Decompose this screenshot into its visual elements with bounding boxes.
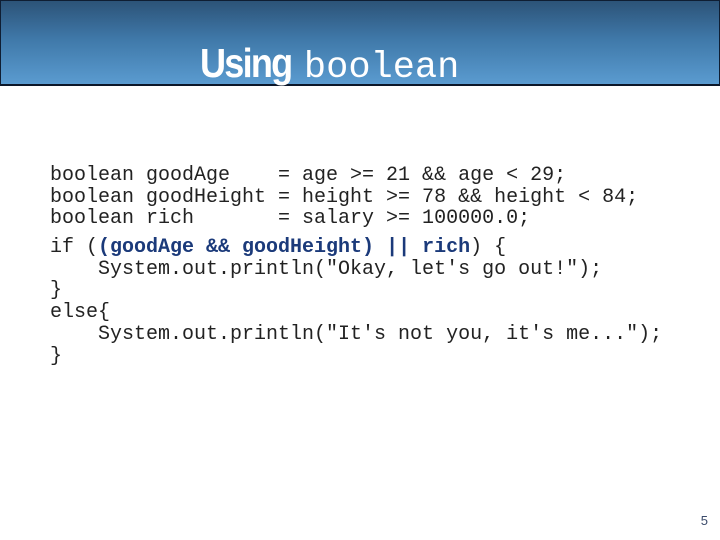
code-line-body: } bbox=[50, 279, 63, 303]
title-code: boolean bbox=[303, 47, 460, 89]
if-suffix: ) { bbox=[470, 236, 507, 260]
code-line-body: System.out.println("It's not you, it's m… bbox=[50, 322, 663, 346]
if-condition-highlight: (goodAge && goodHeight) || rich bbox=[98, 236, 471, 260]
title-word: Using bbox=[200, 40, 293, 86]
code-line-body: System.out.println("Okay, let's go out!"… bbox=[50, 257, 603, 281]
code-line-declaration: boolean rich = salary >= 100000.0; bbox=[50, 207, 531, 231]
code-line-if: if ((goodAge && goodHeight) || rich) { bbox=[50, 237, 662, 259]
code-line-declaration: boolean goodAge = age >= 21 && age < 29; bbox=[50, 164, 567, 187]
code-line-declaration: boolean goodHeight = height >= 78 && hei… bbox=[50, 185, 639, 209]
page-number: 5 bbox=[700, 513, 708, 528]
code-line-body: } bbox=[50, 344, 63, 368]
code-line-body: else{ bbox=[50, 301, 111, 325]
if-prefix: if ( bbox=[50, 236, 99, 260]
code-block: boolean goodAge = age >= 21 && age < 29;… bbox=[50, 165, 662, 367]
slide-title: Using boolean bbox=[200, 40, 459, 89]
